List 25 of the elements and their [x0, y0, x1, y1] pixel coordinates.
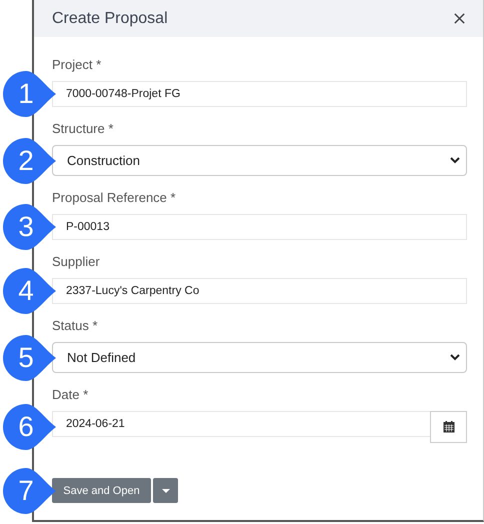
text-field[interactable]: 2337-Lucy's Carpentry Co: [52, 278, 467, 304]
date-field[interactable]: 2024-06-21: [52, 411, 430, 437]
dialog-title: Create Proposal: [52, 10, 168, 28]
save-and-open-button[interactable]: Save and Open: [52, 478, 151, 503]
chevron-down-icon: [450, 354, 460, 361]
text-field[interactable]: 7000-00748-Projet FG: [52, 81, 467, 107]
field-label: Status *: [52, 318, 99, 334]
chevron-down-icon: [450, 157, 460, 164]
callout-marker: 3: [0, 202, 56, 252]
callout-marker: 6: [0, 402, 56, 452]
dropdown-field[interactable]: Construction: [52, 145, 467, 176]
text-field[interactable]: P-00013: [52, 214, 467, 240]
callout-marker: 7: [0, 466, 56, 516]
close-icon[interactable]: [453, 12, 466, 25]
dropdown-toggle-button[interactable]: [153, 478, 178, 503]
dropdown-field[interactable]: Not Defined: [52, 342, 467, 373]
calendar-icon: [442, 421, 454, 433]
callout-marker: 2: [0, 136, 56, 186]
callout-marker: 4: [0, 266, 56, 316]
field-label: Date *: [52, 387, 90, 403]
callout-marker: 5: [0, 332, 56, 382]
field-label: Structure *: [52, 121, 114, 137]
calendar-button[interactable]: [430, 411, 467, 443]
callout-marker: 1: [0, 69, 56, 119]
caret-icon: [162, 488, 170, 492]
